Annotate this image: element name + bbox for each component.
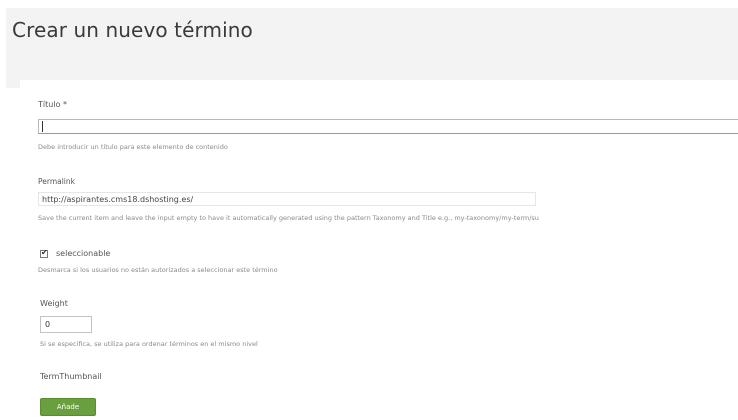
title-hint: Debe introducir un título para este elem… <box>38 143 228 151</box>
seleccionable-label: seleccionable <box>56 249 111 258</box>
weight-input[interactable] <box>40 316 92 333</box>
seleccionable-hint: Desmarca si los usuarios no están autori… <box>38 266 278 274</box>
add-thumbnail-button[interactable]: Añade <box>40 398 96 416</box>
title-input[interactable] <box>38 119 738 134</box>
title-label: Título * <box>38 100 67 109</box>
weight-label: Weight <box>40 299 68 308</box>
text-caret <box>42 121 43 132</box>
check-icon: ✔ <box>41 248 48 257</box>
permalink-input[interactable] <box>38 192 536 206</box>
weight-hint: Si se especifica, se utiliza para ordena… <box>40 340 258 348</box>
thumbnail-label: TermThumbnail <box>40 372 102 381</box>
seleccionable-checkbox[interactable]: ✔ <box>40 248 48 258</box>
permalink-label: Permalink <box>38 177 75 186</box>
permalink-hint: Save the current item and leave the inpu… <box>38 214 539 222</box>
page-title: Crear un nuevo término <box>12 18 253 42</box>
